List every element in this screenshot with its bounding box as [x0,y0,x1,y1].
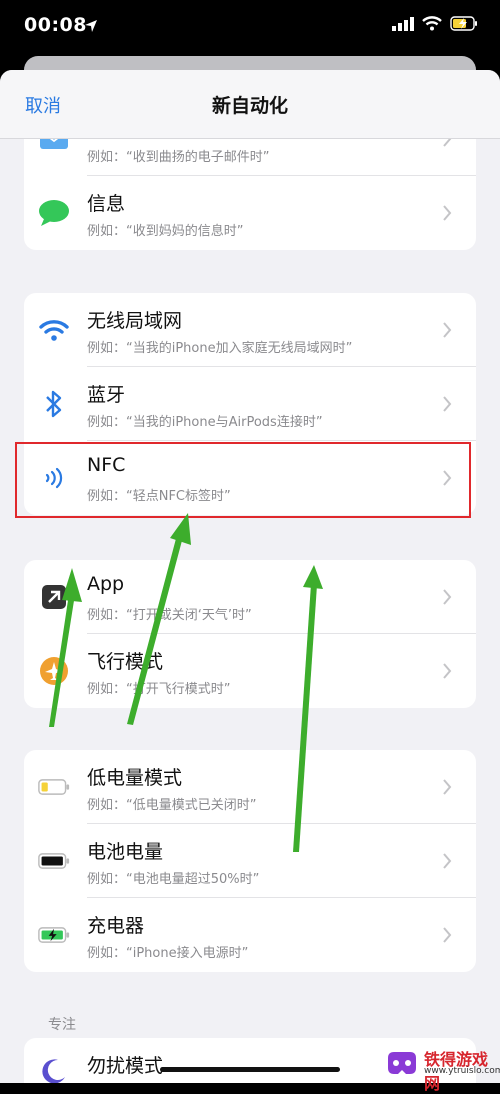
low-battery-icon [38,772,70,802]
row-title: 无线局域网 [87,310,183,332]
row-subtitle: 例如：“收到妈妈的信息时” [87,224,244,239]
signal-icon [392,16,414,31]
row-subtitle: 例如：“当我的iPhone与AirPods连接时” [87,415,323,430]
charger-icon [38,920,70,950]
chevron-right-icon [443,663,452,679]
bluetooth-icon [38,389,70,419]
chevron-right-icon [443,589,452,605]
wifi-icon [38,315,70,345]
list-item-airplane-mode[interactable]: 飞行模式 例如：“打开飞行模式时” [24,634,476,708]
row-subtitle: 例如：“打开或关闭‘天气’时” [87,608,252,623]
watermark: 铁得游戏网 www.ytruislo.com [384,1046,500,1093]
row-subtitle: 例如：“电池电量超过50%时” [87,872,260,887]
row-title: 低电量模式 [87,767,183,789]
app-icon [38,582,70,612]
list-item-app[interactable]: App 例如：“打开或关闭‘天气’时” [24,560,476,634]
wifi-status-icon [422,16,442,31]
location-arrow-icon [85,20,97,32]
row-subtitle: 例如：“打开飞行模式时” [87,682,231,697]
section-header-focus: 专注 [48,1017,76,1033]
row-title: 勿扰模式 [87,1055,164,1077]
chevron-right-icon [443,779,452,795]
group-battery: 低电量模式 例如：“低电量模式已关闭时” 电池电量 例如：“电池电量超过50%时… [24,750,476,972]
chevron-right-icon [443,853,452,869]
row-subtitle: 例如：“低电量模式已关闭时” [87,798,257,813]
row-title: 信息 [87,193,126,215]
airplane-mode-icon [38,656,70,686]
row-title: 电池电量 [87,841,164,863]
chevron-right-icon [443,927,452,943]
status-bar: 00:08 [0,0,500,62]
list-item-low-power-mode[interactable]: 低电量模式 例如：“低电量模式已关闭时” [24,750,476,824]
new-automation-sheet: 取消 新自动化 例如：“收到曲扬的电子邮件时” 信息 例如：“收到妈妈的信息时” [0,70,500,1083]
chevron-right-icon [443,322,452,338]
row-title: App [87,573,125,595]
group-app-settings: App 例如：“打开或关闭‘天气’时” 飞行模式 例如：“打开飞行模式时” [24,560,476,708]
row-subtitle: 例如：“当我的iPhone加入家庭无线局域网时” [87,341,353,356]
moon-icon [38,1056,70,1083]
row-title: 飞行模式 [87,651,164,673]
nfc-highlight-box [15,442,471,518]
row-subtitle: 例如：“iPhone接入电源时” [87,946,249,961]
battery-level-icon [38,846,70,876]
row-title: 蓝牙 [87,384,126,406]
home-indicator [160,1067,340,1072]
status-indicators [392,16,478,31]
chevron-right-icon [443,396,452,412]
list-item-bluetooth[interactable]: 蓝牙 例如：“当我的iPhone与AirPods连接时” [24,367,476,441]
row-subtitle: 例如：“收到曲扬的电子邮件时” [87,150,270,165]
nav-bar: 取消 新自动化 [0,70,500,139]
list-item-messages[interactable]: 信息 例如：“收到妈妈的信息时” [24,176,476,250]
status-time: 00:08 [24,14,87,36]
watermark-url: www.ytruislo.com [424,1066,500,1076]
watermark-logo-icon [388,1052,416,1074]
row-title: 充电器 [87,915,145,937]
battery-charging-status-icon [450,16,477,31]
page-title: 新自动化 [211,95,288,117]
message-icon [38,198,70,228]
list-item-wifi[interactable]: 无线局域网 例如：“当我的iPhone加入家庭无线局域网时” [24,293,476,367]
list-item-charger[interactable]: 充电器 例如：“iPhone接入电源时” [24,898,476,972]
list-item-battery-level[interactable]: 电池电量 例如：“电池电量超过50%时” [24,824,476,898]
chevron-right-icon [443,205,452,221]
